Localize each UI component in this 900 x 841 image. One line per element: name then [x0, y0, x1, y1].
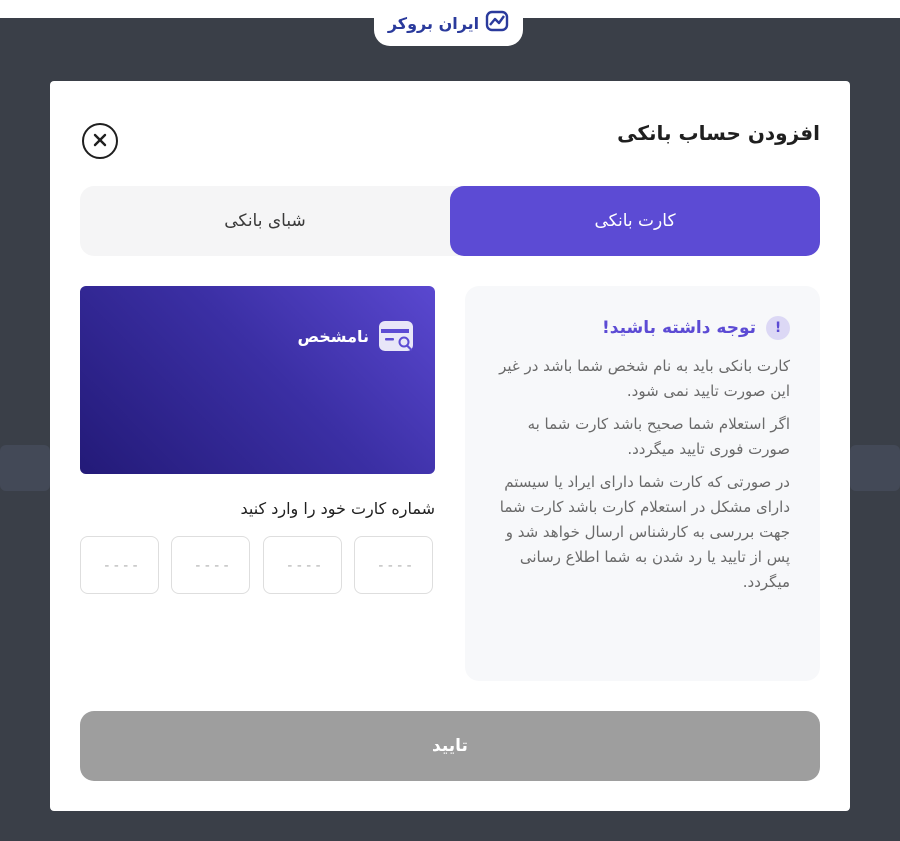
- card-number-group-2[interactable]: [263, 536, 345, 595]
- background-panel: [0, 445, 50, 491]
- card-number-group-4[interactable]: [80, 536, 162, 595]
- tab-bank-card[interactable]: کارت بانکی: [450, 186, 820, 256]
- add-bank-account-dialog: افزودن حساب بانکی کارت بانکی شبای بانکی …: [50, 81, 850, 811]
- notice-panel: ! توجه داشته باشید! کارت بانکی باید به ن…: [465, 286, 820, 681]
- logo-text: ایران بروکر: [387, 13, 480, 33]
- account-type-tabs: کارت بانکی شبای بانکی: [80, 186, 820, 256]
- notice-paragraph: اگر استعلام شما صحیح باشد کارت شما به صو…: [527, 415, 790, 458]
- dialog-title: افزودن حساب بانکی: [617, 121, 820, 145]
- confirm-button[interactable]: تایید: [80, 711, 820, 781]
- card-search-icon: [379, 321, 413, 351]
- alert-icon: !: [766, 316, 790, 340]
- card-status: نامشخص: [297, 321, 413, 351]
- card-status-label: نامشخص: [297, 326, 369, 346]
- card-number-group-3[interactable]: [171, 536, 253, 595]
- notice-body: کارت بانکی باید به نام شخص شما باشد در غ…: [490, 354, 790, 603]
- close-button[interactable]: [82, 123, 118, 159]
- logo-mark-icon: [485, 10, 509, 36]
- notice-paragraph: کارت بانکی باید به نام شخص شما باشد در غ…: [499, 357, 790, 400]
- card-number-input-4[interactable]: [81, 537, 162, 595]
- notice-header: ! توجه داشته باشید!: [602, 316, 790, 340]
- tab-sheba[interactable]: شبای بانکی: [80, 186, 450, 256]
- card-number-group-1[interactable]: [354, 536, 436, 595]
- close-icon: [93, 132, 107, 151]
- notice-paragraph: در صورتی که کارت شما دارای ایراد یا سیست…: [499, 473, 790, 591]
- card-number-input-3[interactable]: [172, 537, 253, 595]
- card-number-input-2[interactable]: [264, 537, 345, 595]
- background-panel: [850, 445, 900, 491]
- bank-card-preview: نامشخص: [80, 286, 435, 474]
- card-number-label: شماره کارت خود را وارد کنید: [240, 499, 436, 518]
- brand-logo[interactable]: ایران بروکر: [374, 0, 523, 46]
- card-number-input-1[interactable]: [355, 537, 436, 595]
- notice-title: توجه داشته باشید!: [602, 318, 756, 338]
